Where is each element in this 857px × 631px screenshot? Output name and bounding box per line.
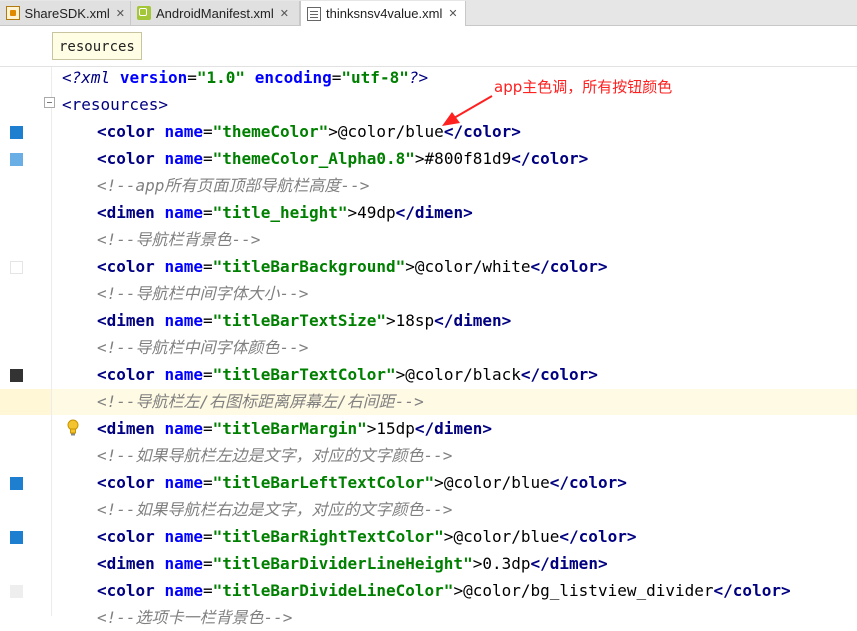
code-line-12: <color name="titleBarTextColor">@color/b…	[97, 365, 598, 384]
code-editor[interactable]: <?xml version="1.0" encoding="utf-8"?> <…	[0, 0, 857, 627]
code-line-7: <!--导航栏背景色-->	[97, 230, 261, 249]
code-line-2: <resources>	[62, 95, 168, 114]
code-line-13: <!--导航栏左/右图标距离屏幕左/右间距-->	[97, 392, 424, 411]
code-line-17: <!--如果导航栏右边是文字，对应的文字颜色-->	[97, 500, 453, 519]
code-line-21: <!--选项卡一栏背景色-->	[97, 608, 293, 627]
code-line-14: <dimen name="titleBarMargin">15dp</dimen…	[97, 419, 492, 438]
code-line-10: <dimen name="titleBarTextSize">18sp</dim…	[97, 311, 512, 330]
code-line-20: <color name="titleBarDivideLineColor">@c…	[97, 581, 791, 600]
code-line-16: <color name="titleBarLeftTextColor">@col…	[97, 473, 627, 492]
code-line-19: <dimen name="titleBarDividerLineHeight">…	[97, 554, 608, 573]
code-line-9: <!--导航栏中间字体大小-->	[97, 284, 309, 303]
code-line-18: <color name="titleBarRightTextColor">@co…	[97, 527, 637, 546]
code-line-15: <!--如果导航栏左边是文字，对应的文字颜色-->	[97, 446, 453, 465]
code-line-1: <?xml version="1.0" encoding="utf-8"?>	[62, 68, 429, 87]
code-line-5: <!--app所有页面顶部导航栏高度-->	[97, 176, 370, 195]
code-line-4: <color name="themeColor_Alpha0.8">#800f8…	[97, 149, 589, 168]
code-line-6: <dimen name="title_height">49dp</dimen>	[97, 203, 473, 222]
code-line-11: <!--导航栏中间字体颜色-->	[97, 338, 309, 357]
annotation-arrow-icon	[442, 95, 493, 126]
annotation-note: app主色调，所有按钮颜色	[494, 78, 673, 96]
code-line-8: <color name="titleBarBackground">@color/…	[97, 257, 608, 276]
